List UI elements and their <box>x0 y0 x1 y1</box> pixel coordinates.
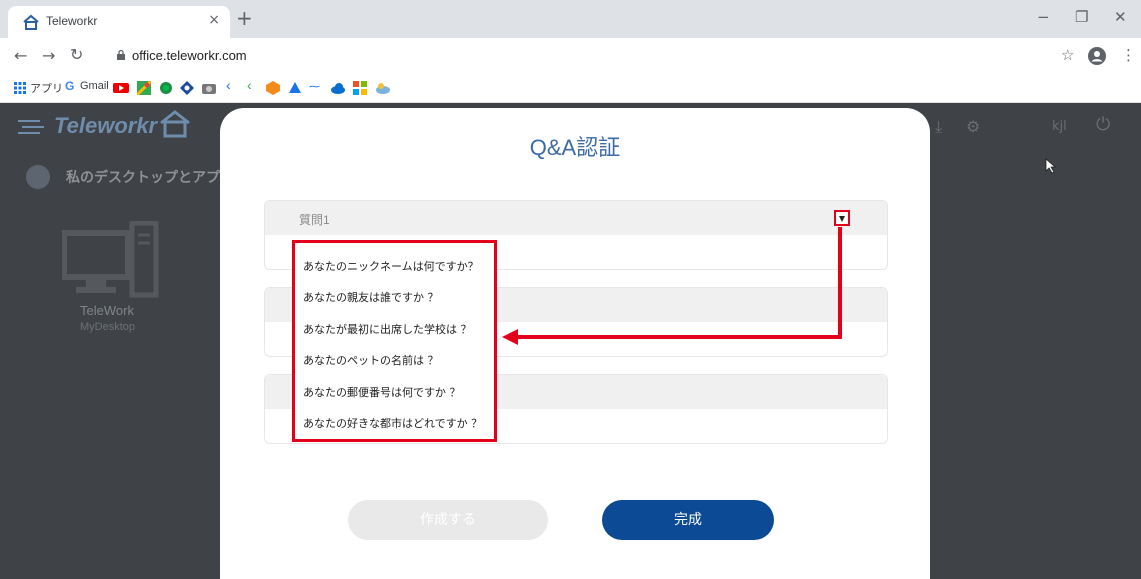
reload-button[interactable]: ↻ <box>70 45 83 64</box>
download-icon[interactable]: ⤓ <box>935 117 942 137</box>
profile-icon[interactable] <box>1088 47 1106 65</box>
bookmark-star-icon[interactable]: ☆ <box>1061 46 1074 64</box>
back-button[interactable]: ← <box>14 46 27 65</box>
app-icon-6[interactable]: ⁓ <box>309 80 320 93</box>
monitor-icon <box>26 165 50 189</box>
microsoft-icon[interactable] <box>353 81 367 95</box>
question-dropdown-list: あなたのニックネームは何ですか？ あなたの親友は誰ですか ？ あなたが最初に出席… <box>292 240 497 442</box>
dropdown-option[interactable]: あなたのペットの名前は ？ <box>303 352 439 368</box>
lock-icon <box>117 50 125 60</box>
close-window-button[interactable]: ✕ <box>1114 8 1127 26</box>
mouse-cursor-icon <box>1045 158 1057 174</box>
user-initials[interactable]: kjl <box>1052 119 1067 134</box>
section-title: 私のデスクトップとアプ <box>66 170 220 186</box>
new-tab-button[interactable]: + <box>236 6 253 30</box>
maps-icon[interactable] <box>137 81 151 95</box>
desktop-sublabel: MyDesktop <box>80 321 136 333</box>
dropdown-option[interactable]: あなたの好きな都市はどれですか ？ <box>303 415 482 431</box>
youtube-icon[interactable] <box>113 81 129 95</box>
question-select-1[interactable]: 質問1 <box>265 201 887 235</box>
address-bar[interactable]: office.teleworkr.com <box>132 48 247 63</box>
office-icon[interactable] <box>266 81 280 95</box>
dropdown-option[interactable]: あなたのニックネームは何ですか？ <box>303 258 479 274</box>
tab-close-button[interactable]: × <box>208 12 220 28</box>
browser-tab[interactable]: Teleworkr × <box>8 6 230 38</box>
drive-icon[interactable] <box>288 81 302 95</box>
bookmark-gmail[interactable]: Gmail <box>80 80 109 92</box>
menu-icon[interactable]: ⋮ <box>1121 46 1136 64</box>
app-icon-3[interactable] <box>201 81 217 95</box>
desktop-label: TeleWork <box>80 303 134 318</box>
question-label: 質問1 <box>299 213 330 227</box>
power-icon[interactable]: ⏻ <box>1096 114 1110 135</box>
apps-grid-icon[interactable] <box>14 81 26 95</box>
tab-title: Teleworkr <box>46 14 98 28</box>
logo-lines-icon <box>18 120 44 134</box>
create-button[interactable]: 作成する <box>348 500 548 540</box>
app-icon-4[interactable]: ‹ <box>226 77 231 93</box>
app-icon-5[interactable]: ‹ <box>247 77 252 93</box>
browser-toolbar: ← → ↻ office.teleworkr.com ☆ ⋮ <box>0 38 1141 74</box>
app-logo-text: Teleworkr <box>54 113 158 138</box>
bookmark-apps[interactable]: アプリ <box>30 80 63 96</box>
maximize-button[interactable]: ❐ <box>1075 8 1088 26</box>
home-icon <box>23 14 39 30</box>
settings-icon[interactable]: ⚙ <box>966 117 980 136</box>
done-button[interactable]: 完成 <box>602 500 774 540</box>
modal-title: Q&A認証 <box>529 135 621 160</box>
onedrive-icon[interactable] <box>330 81 346 95</box>
desktop-icon[interactable] <box>62 221 162 301</box>
dropdown-option[interactable]: あなたの郵便番号は何ですか ？ <box>303 384 461 400</box>
browser-tab-bar: Teleworkr × + − ❐ ✕ <box>0 0 1141 38</box>
dropdown-option[interactable]: あなたの親友は誰ですか ？ <box>303 289 439 305</box>
forward-button[interactable]: → <box>42 46 55 65</box>
app-icon-1[interactable] <box>159 81 173 95</box>
dropdown-arrow-icon[interactable] <box>834 210 850 226</box>
minimize-button[interactable]: − <box>1037 8 1050 26</box>
bookmarks-bar: アプリ G Gmail ‹ ‹ ⁓ <box>0 74 1141 103</box>
logo-house-icon <box>160 110 190 138</box>
app-icon-7[interactable] <box>375 81 391 95</box>
google-icon: G <box>65 79 75 93</box>
dropdown-option[interactable]: あなたが最初に出席した学校は ？ <box>303 321 472 337</box>
app-icon-2[interactable] <box>180 81 194 95</box>
